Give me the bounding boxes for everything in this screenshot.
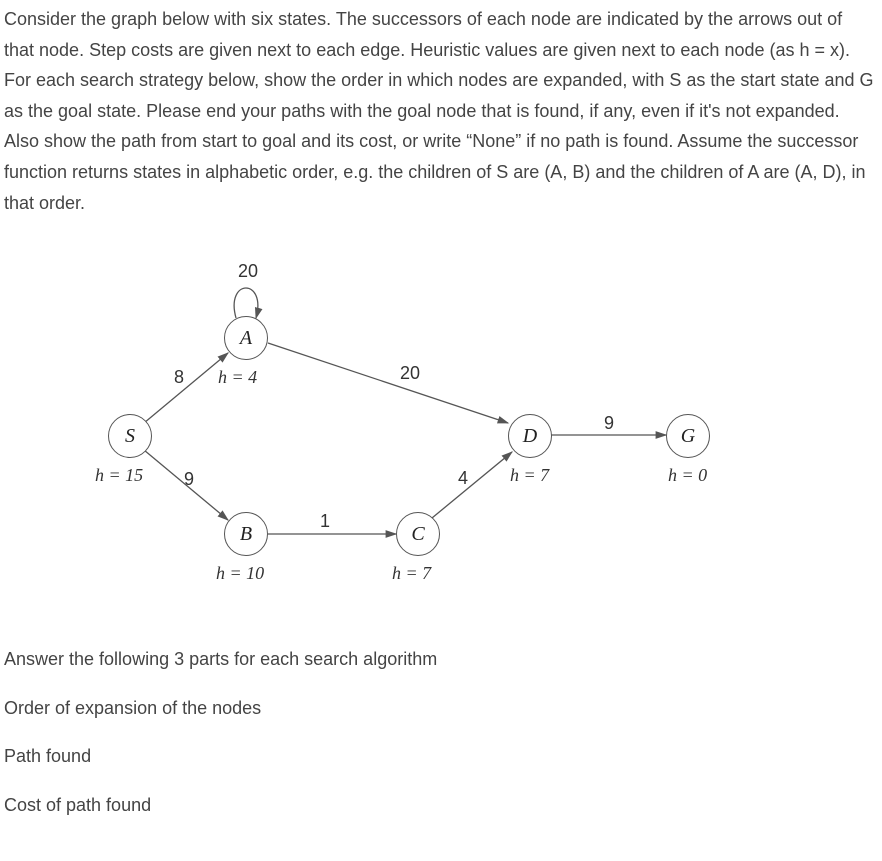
- node-c: C: [396, 512, 440, 556]
- question-3: Cost of path found: [4, 790, 876, 821]
- node-g: G: [666, 414, 710, 458]
- node-a-label: A: [240, 321, 252, 355]
- edge-dg-cost: 9: [604, 408, 614, 439]
- node-c-h: h = 7: [392, 558, 431, 589]
- node-b: B: [224, 512, 268, 556]
- problem-text: Consider the graph below with six states…: [4, 9, 873, 213]
- questions-section: Answer the following 3 parts for each se…: [0, 638, 882, 820]
- question-2: Path found: [4, 741, 876, 772]
- node-b-h: h = 10: [216, 558, 264, 589]
- node-b-label: B: [240, 517, 252, 551]
- node-a: A: [224, 316, 268, 360]
- node-d-h: h = 7: [510, 460, 549, 491]
- edge-ad-cost: 20: [400, 358, 420, 389]
- edge-bc-cost: 1: [320, 506, 330, 537]
- questions-intro: Answer the following 3 parts for each se…: [4, 644, 876, 675]
- node-s-label: S: [125, 419, 135, 453]
- node-c-label: C: [411, 517, 424, 551]
- node-a-h: h = 4: [218, 362, 257, 393]
- node-d: D: [508, 414, 552, 458]
- problem-statement: Consider the graph below with six states…: [0, 0, 882, 218]
- edge-sb-cost: 9: [184, 464, 194, 495]
- node-s: S: [108, 414, 152, 458]
- node-g-h: h = 0: [668, 460, 707, 491]
- question-1: Order of expansion of the nodes: [4, 693, 876, 724]
- edge-cd-cost: 4: [458, 463, 468, 494]
- node-d-label: D: [523, 419, 537, 453]
- node-g-label: G: [681, 419, 695, 453]
- edge-sa-cost: 8: [174, 362, 184, 393]
- edge-aa-cost: 20: [238, 256, 258, 287]
- graph-diagram: S h = 15 A h = 4 B h = 10 C h = 7 D h = …: [0, 238, 882, 608]
- node-s-h: h = 15: [95, 460, 143, 491]
